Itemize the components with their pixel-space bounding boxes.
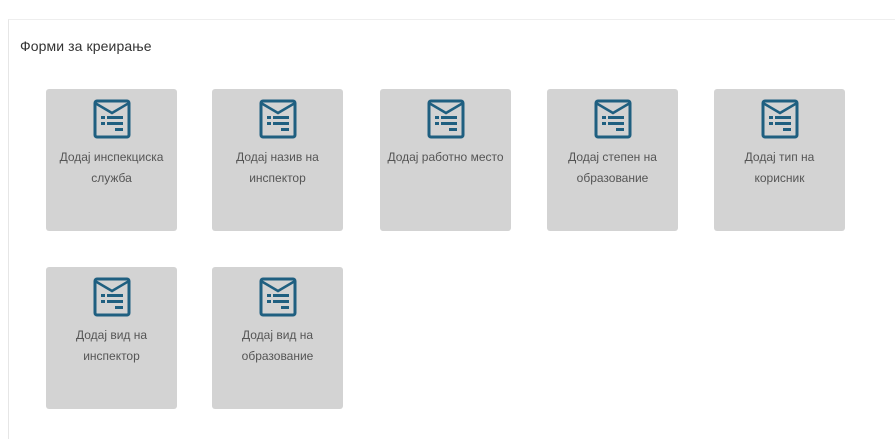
tile-add-education-level[interactable]: Додај степен на образование [547,89,678,231]
tile-add-inspector-kind[interactable]: Додај вид на инспектор [46,267,177,409]
tile-label: Додај тип на корисник [744,150,815,185]
form-icon [761,99,798,139]
tile-label: Додај инспекциска служба [59,150,164,185]
tile-label: Додај степен на образование [568,150,657,185]
tile-add-workplace[interactable]: Додај работно место [380,89,511,231]
tile-add-user-type[interactable]: Додај тип на корисник [714,89,845,231]
tile-label: Додај работно место [387,150,504,164]
form-icon [93,99,130,139]
form-icon [93,277,130,317]
tile-add-inspection-service[interactable]: Додај инспекциска служба [46,89,177,231]
form-icon [259,277,296,317]
tile-add-inspector-title[interactable]: Додај назив на инспектор [212,89,343,231]
tile-add-education-kind[interactable]: Додај вид на образование [212,267,343,409]
tile-label: Додај вид на инспектор [75,328,148,363]
form-icon [427,99,464,139]
form-icon [594,99,631,139]
panel-title: Форми за креирање [20,38,152,54]
form-icon [259,99,296,139]
tile-label: Додај вид на образование [241,328,314,363]
tile-label: Додај назив на инспектор [236,150,319,185]
